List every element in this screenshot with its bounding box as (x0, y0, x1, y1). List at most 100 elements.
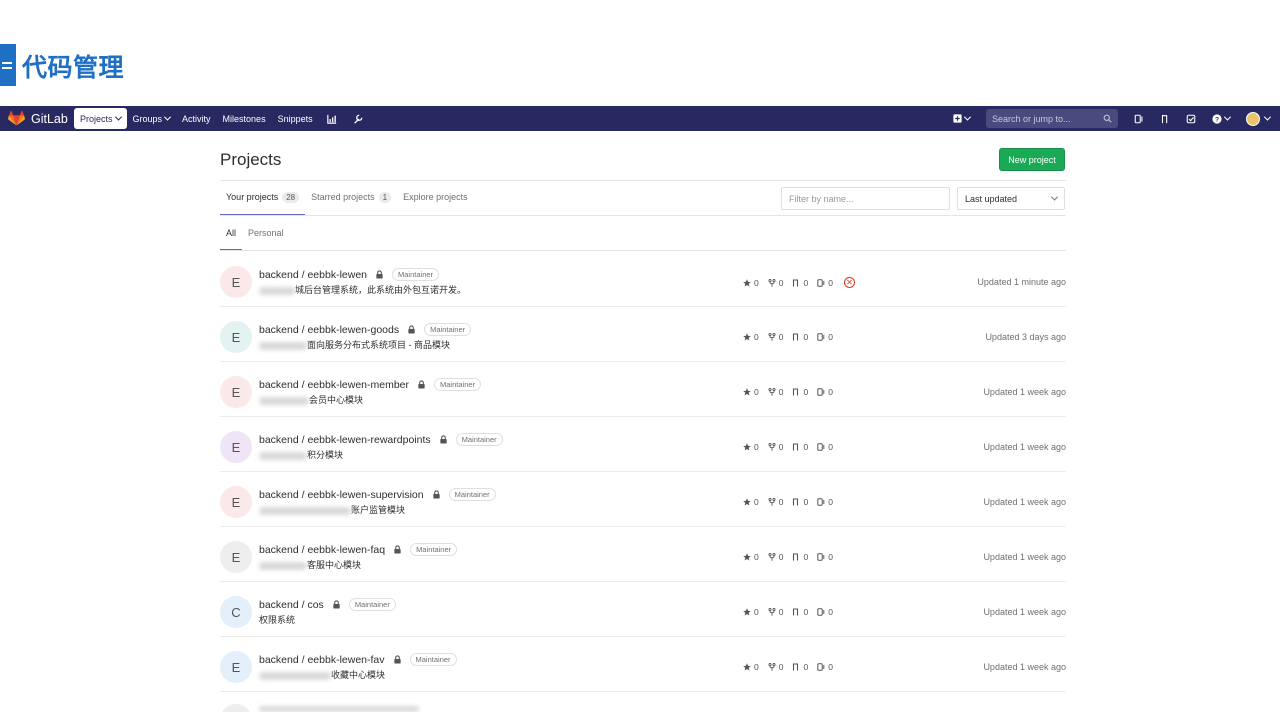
chevron-down-icon (163, 113, 172, 121)
new-project-button[interactable]: New project (999, 148, 1065, 171)
star-icon (743, 388, 751, 396)
stars-count[interactable]: 0 (743, 662, 759, 672)
forks-count[interactable]: 0 (768, 497, 783, 507)
forks-count[interactable]: 0 (768, 278, 783, 288)
stars-count[interactable]: 0 (743, 442, 759, 452)
project-avatar[interactable]: E (220, 376, 252, 408)
stars-count[interactable]: 0 (743, 497, 759, 507)
merge-requests-count[interactable]: 0 (792, 278, 808, 288)
issues-count[interactable]: 0 (817, 442, 833, 452)
project-name-link[interactable]: eebbk-lewen-faq (307, 544, 385, 556)
project-avatar[interactable]: E (220, 266, 252, 298)
subtab-all[interactable]: All (220, 222, 243, 251)
issues-count[interactable]: 0 (817, 662, 833, 672)
subtab-personal[interactable]: Personal (242, 222, 290, 244)
nav-snippets[interactable]: Snippets (272, 108, 319, 129)
nav-projects[interactable]: Projects (74, 108, 127, 129)
forks-count[interactable]: 0 (768, 442, 783, 452)
forks-count[interactable]: 0 (768, 332, 783, 342)
project-namespace[interactable]: backend / (259, 654, 305, 666)
stars-count[interactable]: 0 (743, 332, 759, 342)
project-namespace[interactable]: backend / (259, 599, 305, 611)
user-menu[interactable] (1244, 111, 1272, 126)
tab-your-projects[interactable]: Your projects 28 (220, 186, 306, 216)
project-row[interactable] (220, 692, 1066, 712)
updated-time: Updated 3 days ago (985, 332, 1066, 342)
project-avatar[interactable]: E (220, 541, 252, 573)
project-avatar[interactable]: E (220, 321, 252, 353)
issues-count[interactable]: 0 (817, 332, 833, 342)
project-namespace[interactable]: backend / (259, 324, 305, 336)
lock-icon (408, 325, 415, 334)
help-dropdown[interactable]: ? (1210, 112, 1232, 126)
gitlab-logo[interactable]: GitLab (8, 111, 74, 126)
sort-dropdown[interactable]: Last updated (957, 187, 1065, 210)
filter-by-name-input[interactable]: Filter by name... (781, 187, 950, 210)
nav-activity[interactable]: Activity (176, 108, 217, 129)
issues-count[interactable]: 0 (817, 497, 833, 507)
project-name-link[interactable]: eebbk-lewen-member (307, 379, 409, 391)
analytics-icon[interactable] (325, 112, 339, 126)
stars-count[interactable]: 0 (743, 552, 759, 562)
page-title: Projects (220, 150, 282, 169)
merge-requests-count[interactable]: 0 (792, 552, 808, 562)
merge-requests-count[interactable]: 0 (792, 387, 808, 397)
project-namespace[interactable]: backend / (259, 489, 305, 501)
project-namespace[interactable]: backend / (259, 269, 305, 281)
project-row[interactable]: E backend / eebbk-lewen Maintainer 城后台管理… (220, 252, 1066, 307)
admin-wrench-icon[interactable] (351, 112, 365, 126)
merge-requests-count[interactable]: 0 (792, 497, 808, 507)
forks-count[interactable]: 0 (768, 607, 783, 617)
project-namespace[interactable]: backend / (259, 434, 305, 446)
pipeline-failed-icon[interactable]: ✕ (843, 277, 855, 288)
project-avatar[interactable]: C (220, 596, 252, 628)
project-namespace[interactable]: backend / (259, 544, 305, 556)
project-name-link[interactable]: eebbk-lewen-rewardpoints (307, 434, 430, 446)
project-row[interactable]: E backend / eebbk-lewen-faq Maintainer 客… (220, 527, 1066, 582)
project-row[interactable]: E backend / eebbk-lewen-rewardpoints Mai… (220, 417, 1066, 472)
forks-count[interactable]: 0 (768, 662, 783, 672)
stars-count[interactable]: 0 (743, 607, 759, 617)
merge-requests-count[interactable]: 0 (792, 442, 808, 452)
fork-icon (768, 608, 776, 616)
merge-requests-count[interactable]: 0 (792, 332, 808, 342)
tab-explore-projects[interactable]: Explore projects (397, 186, 474, 208)
project-row[interactable]: E backend / eebbk-lewen-member Maintaine… (220, 362, 1066, 417)
project-name-link[interactable]: eebbk-lewen-fav (307, 654, 384, 666)
project-name-link[interactable]: cos (307, 599, 323, 611)
tab-starred-projects[interactable]: Starred projects 1 (305, 186, 397, 208)
project-avatar[interactable] (220, 704, 252, 712)
project-avatar[interactable]: E (220, 431, 252, 463)
new-plus-dropdown[interactable] (950, 112, 972, 126)
issues-count[interactable]: 0 (817, 552, 833, 562)
project-row[interactable]: C backend / cos Maintainer 权限系统 0 0 0 0 … (220, 582, 1066, 637)
forks-count[interactable]: 0 (768, 552, 783, 562)
merge-requests-icon[interactable] (1158, 112, 1172, 126)
project-title: backend / eebbk-lewen-goods Maintainer (259, 323, 472, 336)
issues-icon[interactable] (1132, 112, 1146, 126)
chevron-down-icon (1050, 193, 1059, 201)
stars-count[interactable]: 0 (743, 278, 759, 288)
project-avatar[interactable]: E (220, 651, 252, 683)
issues-count[interactable]: 0 (817, 387, 833, 397)
project-row[interactable]: E backend / eebbk-lewen-fav Maintainer 收… (220, 637, 1066, 692)
merge-requests-count[interactable]: 0 (792, 662, 808, 672)
forks-count[interactable]: 0 (768, 387, 783, 397)
issues-count[interactable]: 0 (817, 607, 833, 617)
merge-requests-count[interactable]: 0 (792, 607, 808, 617)
nav-milestones[interactable]: Milestones (217, 108, 272, 129)
stars-count[interactable]: 0 (743, 387, 759, 397)
search-input[interactable]: Search or jump to... (986, 109, 1118, 128)
project-name-link[interactable]: eebbk-lewen-goods (307, 324, 399, 336)
project-name-link[interactable]: eebbk-lewen-supervision (307, 489, 423, 501)
issue-icon (817, 278, 825, 287)
project-namespace[interactable]: backend / (259, 379, 305, 391)
project-name-link[interactable]: eebbk-lewen (307, 269, 367, 281)
issues-count[interactable]: 0 (817, 278, 833, 288)
nav-groups[interactable]: Groups (127, 108, 177, 129)
todos-icon[interactable] (1184, 112, 1198, 126)
project-row[interactable]: E backend / eebbk-lewen-supervision Main… (220, 472, 1066, 527)
lock-icon (393, 655, 401, 664)
project-row[interactable]: E backend / eebbk-lewen-goods Maintainer… (220, 307, 1066, 362)
project-avatar[interactable]: E (220, 486, 252, 518)
